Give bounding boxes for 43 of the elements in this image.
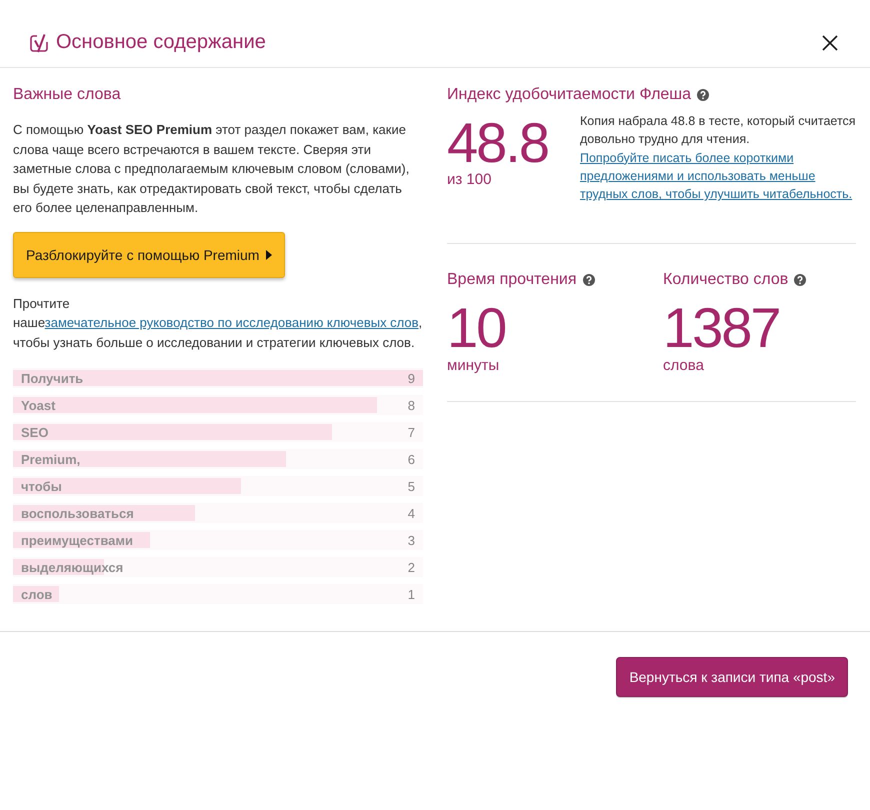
unlock-button[interactable]: Разблокируйте с помощью Premium (13, 232, 286, 278)
keyword-label: чтобы (20, 478, 62, 494)
stat-unit: минуты (447, 357, 500, 376)
return-button[interactable]: Вернуться к записи типа «post» (616, 657, 848, 697)
help-icon[interactable] (697, 89, 710, 101)
guide-text: Прочтите нашезамечательное руководство по исследованию ключевых слов, чтобы узнать больше о исследовании и стратегии ключевых слов. (13, 294, 423, 352)
guide-link[interactable]: замечательное руководство по исследованию ключевых слов (44, 315, 419, 330)
close-button[interactable] (822, 34, 838, 50)
keyword-label: SEO (20, 424, 48, 440)
keyword-label: выделяющихся (20, 560, 124, 574)
help-icon[interactable] (794, 274, 806, 286)
section-heading: Индекс удобочитаемости Флеша (447, 85, 692, 105)
keyword-label: Yoast (20, 398, 56, 412)
stat-unit: слова (663, 357, 705, 376)
keyword-count: 7 (408, 424, 416, 440)
keyword-label: Premium, (20, 452, 80, 466)
stat-heading: Количество слов (663, 270, 788, 290)
stat-value: 10 (447, 300, 506, 356)
dialog-title: Основное содержание (56, 31, 266, 54)
keyword-label: слов (20, 586, 52, 602)
help-icon[interactable] (582, 274, 595, 286)
keyword-count: 4 (408, 506, 416, 520)
score-scale: из 100 (447, 171, 492, 189)
section-heading: Важные слова (13, 85, 122, 105)
keyword-label: Получить (20, 370, 84, 386)
keyword-label: воспользоваться (20, 506, 134, 520)
score-value: 48.8 (447, 115, 549, 171)
keyword-count: 1 (408, 586, 416, 602)
keyword-count: 5 (408, 478, 416, 494)
stat-heading: Время прочтения (447, 270, 577, 290)
stat-value: 1387 (663, 300, 781, 356)
keyword-count: 6 (408, 452, 416, 466)
readability-link[interactable]: Попробуйте писать более короткими предложениями и использовать меньше трудных слов, чтобы улучшить читабельность. (580, 148, 856, 204)
close-icon (822, 34, 838, 50)
keyword-count: 2 (408, 560, 416, 574)
keyword-count: 8 (408, 398, 416, 412)
keyword-label: преимуществами (20, 532, 133, 548)
readability-description: Копия набрала 48.8 в тесте, который считается довольно трудно для чтения. Попробуйте писать более короткими предложениями и использовать меньше трудных слов, чтобы улучшить читабельность. (580, 113, 856, 204)
intro-text: С помощью Yoast SEO Premium этот раздел покажет вам, какие слова чаще всего встречаются в вашем тексте. Сверяя эти заметные слова с предполагаемым ключевым словом (словами), вы будете знать, как отредактировать свой текст, чтобы сделать его более целенаправленным. (13, 121, 410, 217)
caret-icon (266, 250, 272, 260)
logo-icon (30, 32, 48, 52)
keyword-count: 3 (408, 532, 416, 548)
keyword-count: 9 (408, 370, 416, 386)
